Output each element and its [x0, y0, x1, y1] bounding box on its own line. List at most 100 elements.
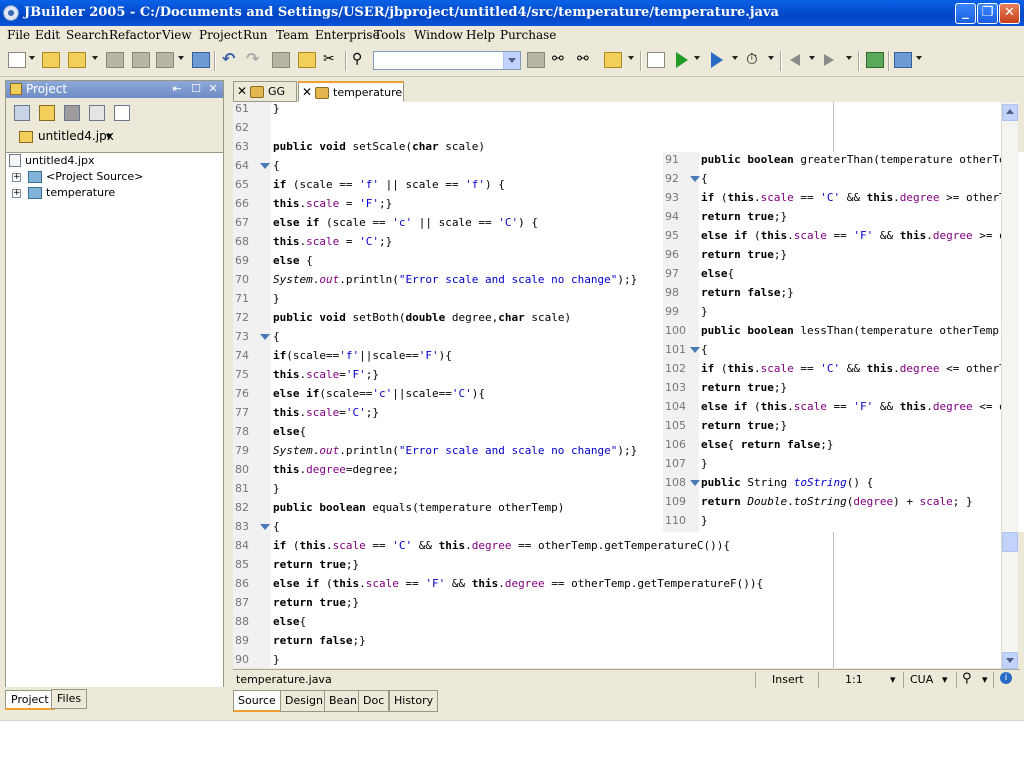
code-line: {: [701, 172, 708, 185]
menu-run[interactable]: Run: [243, 28, 268, 42]
line-number: 100: [665, 324, 686, 337]
code-line: this.scale='C';}: [273, 406, 379, 419]
tab-temperature[interactable]: ✕ temperature: [298, 81, 404, 102]
info-icon[interactable]: i: [1000, 672, 1012, 684]
menu-window[interactable]: Window: [414, 28, 463, 42]
zoom-icon[interactable]: ⚲: [962, 671, 972, 686]
rebuild-icon[interactable]: [647, 52, 665, 68]
open-icon[interactable]: [68, 52, 86, 68]
tab-gg[interactable]: ✕ GG: [233, 81, 297, 102]
close-tab-icon[interactable]: ✕: [237, 82, 247, 101]
refresh-icon[interactable]: [89, 105, 105, 121]
tab-design[interactable]: Design: [280, 690, 328, 712]
close-button[interactable]: ✕: [999, 3, 1020, 24]
binoculars-icon[interactable]: ⚯: [552, 52, 570, 68]
properties-icon[interactable]: [114, 105, 130, 121]
code-line: {: [273, 520, 280, 533]
expand-icon[interactable]: +: [12, 173, 21, 182]
fold-toggle-icon[interactable]: [690, 347, 700, 353]
scroll-thumb[interactable]: [1002, 532, 1018, 552]
save-all-icon[interactable]: [106, 52, 124, 68]
status-position[interactable]: 1:1: [845, 673, 863, 686]
workspace-icon[interactable]: [894, 52, 912, 68]
menu-view[interactable]: View: [162, 28, 192, 42]
paste-icon[interactable]: [298, 52, 316, 68]
maximize-panel-icon[interactable]: ☐: [190, 83, 202, 95]
line-number: 87: [235, 596, 249, 609]
line-number: 75: [235, 368, 249, 381]
search-again-icon[interactable]: [527, 52, 545, 68]
help-book-icon[interactable]: [866, 52, 884, 68]
new-icon[interactable]: [8, 52, 26, 68]
back-icon[interactable]: [790, 54, 800, 66]
tab-history[interactable]: History: [389, 690, 439, 712]
menu-purchase[interactable]: Purchase: [500, 28, 556, 42]
code-line: }: [701, 457, 708, 470]
scroll-down-button[interactable]: [1002, 652, 1018, 669]
tab-files[interactable]: Files: [51, 689, 88, 709]
code-line: return true;}: [273, 558, 360, 571]
chevron-down-icon[interactable]: [503, 52, 520, 69]
line-number: 80: [235, 463, 249, 476]
scroll-up-button[interactable]: [1002, 104, 1018, 121]
redo-icon[interactable]: ↷: [246, 51, 264, 68]
fold-toggle-icon[interactable]: [690, 176, 700, 182]
chevron-down-icon[interactable]: ▾: [942, 673, 948, 686]
make-icon[interactable]: [604, 52, 622, 68]
tab-bean[interactable]: Bean: [324, 690, 363, 712]
line-number: 84: [235, 539, 249, 552]
fold-toggle-icon[interactable]: [260, 334, 270, 340]
vertical-scrollbar[interactable]: [1001, 102, 1018, 669]
restore-button[interactable]: ❐: [977, 3, 998, 24]
pin-icon[interactable]: ⇤: [171, 83, 183, 95]
fold-toggle-icon[interactable]: [690, 480, 700, 486]
menu-enterprise[interactable]: Enterprise: [315, 28, 380, 42]
code-line: else {: [273, 254, 313, 267]
close-tab-icon[interactable]: ✕: [302, 83, 312, 102]
menu-team[interactable]: Team: [276, 28, 309, 42]
menu-edit[interactable]: Edit: [35, 28, 60, 42]
expand-icon[interactable]: +: [12, 189, 21, 198]
print-icon[interactable]: [192, 52, 210, 68]
tab-doc[interactable]: Doc: [358, 690, 390, 712]
chevron-down-icon[interactable]: ▾: [106, 129, 112, 143]
add-files-icon[interactable]: [14, 105, 30, 121]
search-combo[interactable]: [373, 51, 521, 70]
debug-icon[interactable]: [711, 52, 723, 68]
add-folder-icon[interactable]: [39, 105, 55, 121]
close-panel-icon[interactable]: ✕: [207, 83, 219, 95]
status-keymap[interactable]: CUA: [910, 673, 933, 686]
chevron-down-icon[interactable]: ▾: [890, 673, 896, 686]
jpx-file-icon: [19, 131, 33, 143]
fold-toggle-icon[interactable]: [260, 524, 270, 530]
menu-file[interactable]: File: [7, 28, 30, 42]
chevron-down-icon[interactable]: ▾: [982, 673, 988, 686]
menu-refactor[interactable]: Refactor: [109, 28, 161, 42]
find-classes-icon[interactable]: ⚯: [577, 52, 595, 68]
undo-icon[interactable]: ↶: [222, 51, 240, 68]
tab-source[interactable]: Source: [233, 690, 281, 712]
open-project-icon[interactable]: [42, 52, 60, 68]
title-bar: JBuilder 2005 - C:/Documents and Setting…: [0, 0, 1024, 26]
fold-toggle-icon[interactable]: [260, 163, 270, 169]
status-mode[interactable]: Insert: [772, 673, 804, 686]
forward-icon[interactable]: [824, 54, 834, 66]
cut-icon[interactable]: ✂: [323, 52, 341, 68]
tab-project[interactable]: Project: [5, 690, 55, 710]
menu-search[interactable]: Search: [66, 28, 109, 42]
menu-project[interactable]: Project: [199, 28, 242, 42]
minimize-button[interactable]: _: [955, 3, 976, 24]
menu-help[interactable]: Help: [466, 28, 495, 42]
optimize-icon[interactable]: ⏱: [746, 52, 764, 68]
run-icon[interactable]: [676, 52, 688, 68]
save-icon[interactable]: [132, 52, 150, 68]
find-icon[interactable]: ⚲: [352, 52, 370, 68]
copy-icon[interactable]: [272, 52, 290, 68]
code-overlay[interactable]: 91 public boolean greaterThan(temperature…: [663, 152, 1024, 532]
menu-tools[interactable]: Tools: [374, 28, 406, 42]
code-line: {: [273, 330, 280, 343]
remove-icon[interactable]: [64, 105, 80, 121]
jbuilder-app-icon[interactable]: [3, 5, 19, 21]
close-file-icon[interactable]: [156, 52, 174, 68]
line-number: 61: [235, 102, 249, 115]
